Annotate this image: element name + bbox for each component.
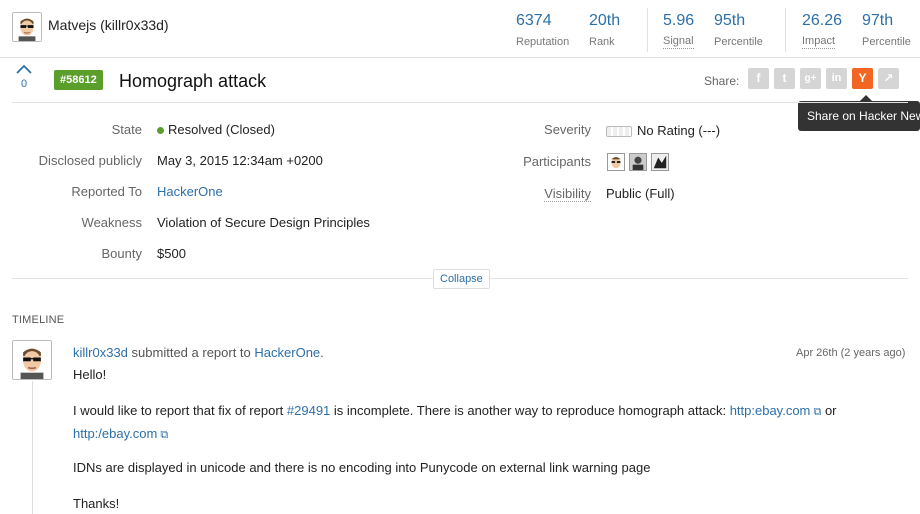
bounty-value: $500 [157, 246, 186, 261]
paragraph-text: or [824, 403, 837, 418]
timeline-connector [32, 381, 33, 514]
external-link[interactable]: http:/ebay.com [73, 426, 157, 441]
severity-label: Severity [544, 122, 591, 137]
page-title: Homograph attack [119, 71, 267, 91]
state-text: Resolved (Closed) [168, 122, 275, 137]
stat-impact-percentile[interactable]: 97th Percentile [862, 10, 911, 50]
hacker-news-icon[interactable]: Y [852, 68, 873, 89]
entry-period: . [320, 345, 324, 360]
stat-label: Percentile [714, 36, 763, 48]
visibility-label-text: Visibility [544, 186, 591, 202]
participant-avatar[interactable] [629, 153, 647, 171]
avatar-face-icon [13, 13, 41, 41]
disclosed-value: May 3, 2015 12:34am +0200 [157, 153, 323, 168]
stat-signal-percentile[interactable]: 95th Percentile [714, 10, 763, 50]
stat-value: 26.26 [802, 12, 843, 29]
reported-to-link[interactable]: HackerOne [157, 184, 223, 199]
weakness-value: Violation of Secure Design Principles [157, 215, 370, 230]
stat-rank[interactable]: 20th Rank [589, 10, 620, 50]
stat-value: 6374 [516, 12, 552, 29]
stat-label: Rank [589, 36, 615, 48]
message-paragraph: IDNs are displayed in unicode and there … [73, 460, 651, 475]
upvote-button[interactable]: 0 [14, 64, 34, 90]
stat-value: 95th [714, 12, 746, 29]
stat-impact[interactable]: 26.26 Impact [802, 10, 842, 49]
share-buttons: f t g+ in Y ↗ [748, 68, 899, 89]
divider [785, 8, 786, 52]
weakness-label: Weakness [81, 215, 142, 230]
report-reference-link[interactable]: #29491 [287, 403, 330, 418]
bounty-label: Bounty [101, 246, 142, 261]
entry-date[interactable]: Apr 26th (2 years ago) [796, 347, 905, 359]
resolved-status-icon [157, 127, 164, 135]
visibility-label: Visibility [451, 186, 591, 202]
paragraph-text: I would like to report that fix of repor… [73, 403, 284, 418]
avatar-face-icon [611, 157, 621, 169]
user-avatar[interactable] [12, 12, 42, 42]
report-id-badge[interactable]: #58612 [54, 70, 103, 90]
stat-label: Impact [802, 35, 836, 49]
participants-list [607, 153, 669, 171]
stat-value: 20th [589, 12, 621, 29]
reported-to-label: Reported To [71, 184, 142, 199]
stat-reputation[interactable]: 6374 Reputation [516, 10, 569, 50]
participant-avatar[interactable] [651, 153, 669, 171]
stat-value: 5.96 [663, 12, 695, 29]
stat-value: 97th [862, 12, 894, 29]
severity-value: No Rating (---) [606, 123, 720, 138]
severity-rating-bar [606, 126, 632, 138]
timeline-heading: TIMELINE [12, 314, 65, 326]
avatar-photo-icon [630, 154, 646, 170]
share-tooltip: Share on Hacker News [798, 101, 920, 131]
severity-text: No Rating (---) [637, 123, 721, 138]
stat-signal[interactable]: 5.96 Signal [663, 10, 694, 49]
collapse-button[interactable]: Collapse [433, 269, 490, 289]
message-paragraph: I would like to report that fix of repor… [73, 400, 863, 446]
author-avatar[interactable] [12, 340, 52, 380]
state-value: Resolved (Closed) [157, 122, 275, 137]
user-name[interactable]: Matvejs (killr0x33d) [48, 17, 169, 33]
visibility-value: Public (Full) [606, 186, 675, 201]
avatar-photo-icon [652, 154, 668, 170]
state-label: State [111, 122, 142, 137]
participant-avatar[interactable] [607, 153, 625, 171]
author-link[interactable]: killr0x33d [73, 345, 128, 360]
external-link-icon: ⧉ [157, 429, 169, 441]
vote-count: 0 [20, 78, 28, 90]
program-link[interactable]: HackerOne [254, 345, 320, 360]
divider [12, 102, 908, 103]
message-greeting: Hello! [73, 367, 107, 382]
stat-label: Signal [663, 35, 694, 49]
linkedin-icon[interactable]: in [826, 68, 847, 89]
facebook-icon[interactable]: f [748, 68, 769, 89]
stat-label: Percentile [862, 36, 911, 48]
participants-label: Participants [523, 154, 591, 169]
share-label: Share: [704, 74, 740, 88]
message-signoff: Thanks! [73, 496, 120, 511]
twitter-icon[interactable]: t [774, 68, 795, 89]
external-share-icon[interactable]: ↗ [878, 68, 899, 89]
timeline-entry-header: killr0x33d submitted a report to HackerO… [73, 345, 324, 360]
external-link[interactable]: http:ebay.com [730, 403, 811, 418]
stat-label: Reputation [516, 36, 570, 48]
chevron-up-icon [16, 64, 32, 74]
profile-header: Matvejs (killr0x33d) 6374 Reputation 20t… [0, 0, 920, 58]
divider [647, 8, 648, 52]
disclosed-label: Disclosed publicly [38, 153, 142, 168]
avatar-face-icon [13, 341, 51, 379]
external-link-icon: ⧉ [810, 406, 822, 418]
google-plus-icon[interactable]: g+ [800, 68, 821, 89]
entry-action: submitted a report to [131, 345, 251, 360]
paragraph-text: is incomplete. There is another way to r… [333, 403, 727, 418]
